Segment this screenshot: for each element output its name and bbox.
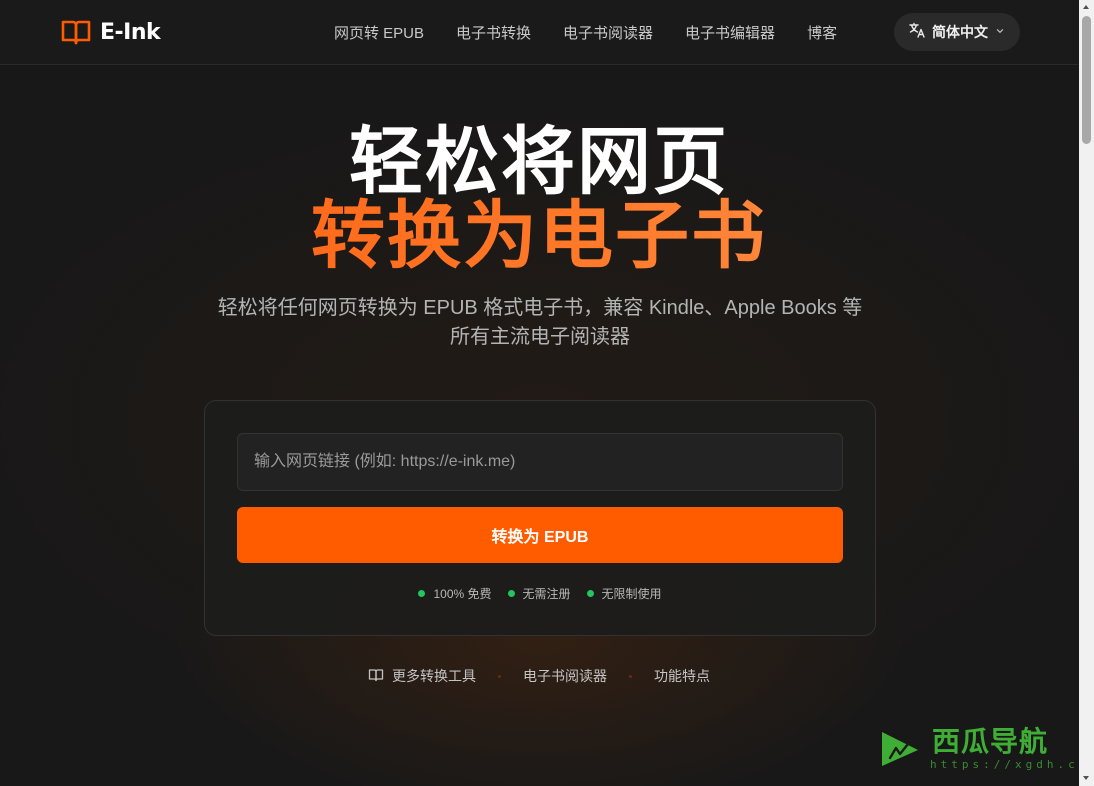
page: E-Ink 网页转 EPUB 电子书转换 电子书阅读器 电子书编辑器 博客 简体… (0, 0, 1094, 786)
ebook-reader-link[interactable]: 电子书阅读器 (523, 666, 607, 686)
feature-label: 无限制使用 (601, 587, 662, 601)
brand-name: E-Ink (100, 19, 161, 45)
green-dot-icon (586, 590, 594, 597)
nav-web-to-epub[interactable]: 网页转 EPUB (334, 22, 424, 43)
more-tools-label: 更多转换工具 (392, 668, 476, 684)
chevron-down-icon (995, 23, 1005, 41)
converter-card: 转换为 EPUB 100% 免费 无需注册 无限制使用 (204, 400, 876, 636)
scroll-down-icon[interactable] (1083, 776, 1089, 780)
nav-blog[interactable]: 博客 (807, 22, 837, 43)
top-navbar: E-Ink 网页转 EPUB 电子书转换 电子书阅读器 电子书编辑器 博客 简体… (0, 0, 1078, 65)
scrollbar-thumb[interactable] (1082, 16, 1091, 144)
hero-title-line2: 转换为电子书 (0, 196, 1078, 276)
feature-list: 100% 免费 无需注册 无限制使用 (205, 585, 875, 602)
feature-item: 100% 免费 (418, 585, 492, 602)
separator-dot (498, 674, 501, 678)
convert-to-epub-button[interactable]: 转换为 EPUB (237, 507, 843, 563)
feature-item: 无限制使用 (586, 585, 662, 602)
language-selector[interactable]: 简体中文 (894, 13, 1020, 51)
nav-ebook-reader[interactable]: 电子书阅读器 (563, 22, 653, 43)
site-watermark: 西瓜导航 https://xgdh.cn (876, 716, 1085, 782)
watermark-url: https://xgdh.cn (930, 758, 1090, 771)
features-link[interactable]: 功能特点 (654, 666, 710, 686)
more-tools-link[interactable]: 更多转换工具 (368, 666, 476, 686)
bottom-links: 更多转换工具 电子书阅读器 功能特点 (0, 666, 1078, 686)
hero-subtitle-line2: 所有主流电子阅读器 (450, 326, 630, 348)
translate-icon (909, 22, 925, 43)
url-input[interactable] (237, 433, 843, 491)
scroll-up-icon[interactable] (1083, 5, 1089, 9)
feature-label: 100% 免费 (433, 587, 492, 601)
main-nav: 网页转 EPUB 电子书转换 电子书阅读器 电子书编辑器 博客 (334, 20, 837, 44)
open-book-icon (60, 18, 92, 46)
nav-ebook-converter[interactable]: 电子书转换 (456, 22, 531, 43)
feature-label: 无需注册 (522, 587, 571, 601)
watermark-text: 西瓜导航 (932, 725, 1049, 758)
page-scrollbar[interactable] (1079, 0, 1094, 786)
feature-item: 无需注册 (507, 585, 571, 602)
green-dot-icon (418, 590, 426, 597)
book-icon (368, 668, 384, 685)
separator-dot (629, 674, 632, 678)
brand-logo-link[interactable]: E-Ink (60, 16, 161, 48)
hero-subtitle-line1: 轻松将任何网页转换为 EPUB 格式电子书，兼容 Kindle、Apple Bo… (217, 297, 863, 319)
nav-ebook-editor[interactable]: 电子书编辑器 (685, 22, 775, 43)
hero-title-line1: 轻松将网页 (349, 119, 729, 205)
language-label: 简体中文 (932, 24, 988, 40)
hero-subtitle: 轻松将任何网页转换为 EPUB 格式电子书，兼容 Kindle、Apple Bo… (200, 294, 880, 352)
green-dot-icon (507, 590, 515, 597)
